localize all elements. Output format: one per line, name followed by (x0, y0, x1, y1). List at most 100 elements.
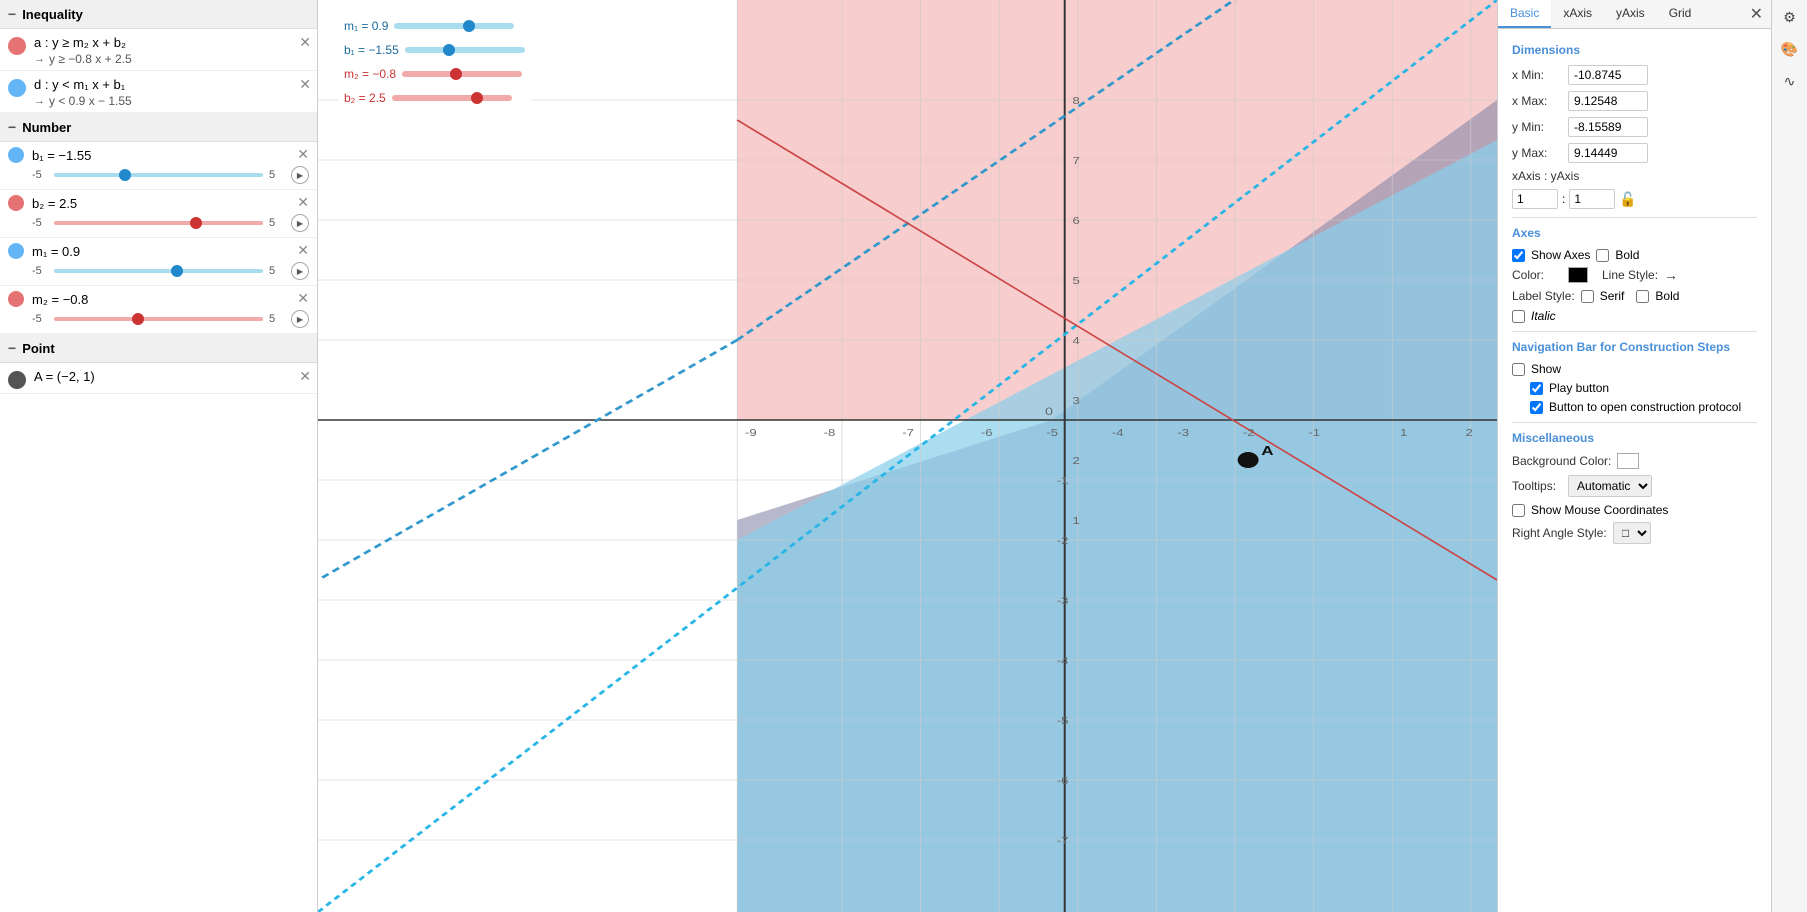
number-collapse-btn[interactable]: − (8, 119, 16, 135)
tab-yaxis[interactable]: yAxis (1604, 0, 1657, 28)
bg-color-swatch[interactable] (1617, 453, 1639, 469)
m2-float-row: m₂ = −0.8 (338, 64, 531, 84)
m1-label: m₁ = 0.9 (32, 244, 80, 259)
svg-text:-1: -1 (1308, 427, 1320, 438)
b2-play-btn[interactable]: ▶ (291, 214, 309, 232)
svg-text:-4: -4 (1057, 655, 1069, 666)
tab-xaxis[interactable]: xAxis (1551, 0, 1604, 28)
m2-slider[interactable] (54, 317, 263, 321)
m1-close-btn[interactable]: ✕ (297, 243, 309, 257)
number-item-b1: b₁ = −1.55 ✕ -5 5 ▶ (0, 142, 317, 190)
ymin-input[interactable] (1568, 117, 1648, 137)
mouse-coord-label: Show Mouse Coordinates (1531, 503, 1668, 517)
svg-text:-5: -5 (1046, 427, 1058, 438)
m1-float-track[interactable] (394, 23, 514, 29)
nav-show-row: Show (1512, 362, 1757, 376)
svg-text:-6: -6 (1057, 775, 1069, 786)
inequality-item-a: a : y ≥ m₂ x + b₂ → y ≥ −0.8 x + 2.5 ✕ (0, 29, 317, 71)
line-style-arrow: → (1664, 267, 1678, 283)
b1-color-dot (8, 147, 24, 163)
italic-label: Italic (1531, 309, 1556, 323)
number-section-title: Number (22, 120, 71, 135)
b1-float-thumb (443, 44, 455, 56)
b2-close-btn[interactable]: ✕ (297, 195, 309, 209)
b2-float-track[interactable] (392, 95, 512, 101)
palette-icon[interactable]: 🎨 (1777, 36, 1803, 62)
point-collapse-btn[interactable]: − (8, 340, 16, 356)
axes-title: Axes (1512, 226, 1757, 240)
svg-text:5: 5 (1073, 275, 1080, 286)
label-serif-checkbox[interactable] (1581, 290, 1594, 303)
xmax-row: x Max: (1512, 91, 1757, 111)
m2-close-btn[interactable]: ✕ (297, 291, 309, 305)
graph-canvas-area[interactable]: 0 -9 -8 -7 -6 -5 -4 -3 -2 -1 1 2 8 7 6 5… (318, 0, 1497, 912)
inequality-a-close-btn[interactable]: ✕ (299, 35, 311, 49)
label-bold-checkbox[interactable] (1636, 290, 1649, 303)
ymax-label: y Max: (1512, 146, 1562, 160)
inequality-collapse-btn[interactable]: − (8, 6, 16, 22)
svg-text:-7: -7 (902, 427, 914, 438)
ratio-x-input[interactable] (1512, 189, 1558, 209)
m2-max-label: 5 (269, 313, 285, 325)
right-toolbar: ⚙ 🎨 ∿ (1771, 0, 1807, 912)
inequality-d-arrow: → (34, 95, 45, 107)
right-angle-label: Right Angle Style: (1512, 526, 1607, 540)
m2-play-btn[interactable]: ▶ (291, 310, 309, 328)
divider-1 (1512, 217, 1757, 218)
tab-grid[interactable]: Grid (1657, 0, 1704, 28)
b1-close-btn[interactable]: ✕ (297, 147, 309, 161)
tab-basic[interactable]: Basic (1498, 0, 1551, 28)
m2-min-label: -5 (32, 313, 48, 325)
settings-close-btn[interactable]: ✕ (1742, 0, 1771, 28)
ratio-y-input[interactable] (1569, 189, 1615, 209)
show-axes-checkbox[interactable] (1512, 249, 1525, 262)
right-panel-content: Dimensions x Min: x Max: y Min: y Max: x… (1498, 29, 1771, 912)
b1-label: b₁ = −1.55 (32, 148, 91, 163)
lock-icon[interactable]: 🔓 (1619, 191, 1636, 208)
sliders-floating-panel: m₁ = 0.9 b₁ = −1.55 m₂ = −0.8 b₂ = 2.5 (338, 16, 531, 108)
tooltips-select[interactable]: Automatic (1568, 475, 1652, 497)
m1-slider[interactable] (54, 269, 263, 273)
b2-min-label: -5 (32, 217, 48, 229)
axes-color-swatch[interactable] (1568, 267, 1588, 283)
label-style-label: Label Style: (1512, 289, 1575, 303)
ymin-label: y Min: (1512, 120, 1562, 134)
right-angle-select[interactable]: □ (1613, 522, 1651, 544)
b2-slider[interactable] (54, 221, 263, 225)
italic-checkbox[interactable] (1512, 310, 1525, 323)
inequality-d-close-btn[interactable]: ✕ (299, 77, 311, 91)
label-style-row: Label Style: Serif Bold (1512, 289, 1757, 303)
bg-color-label: Background Color: (1512, 454, 1611, 468)
nav-protocol-checkbox[interactable] (1530, 401, 1543, 414)
mouse-coord-checkbox[interactable] (1512, 504, 1525, 517)
function-icon[interactable]: ∿ (1777, 68, 1803, 94)
svg-text:-7: -7 (1057, 835, 1069, 846)
nav-show-checkbox[interactable] (1512, 363, 1525, 376)
xmin-input[interactable] (1568, 65, 1648, 85)
point-A-close-btn[interactable]: ✕ (299, 369, 311, 383)
svg-text:-6: -6 (981, 427, 993, 438)
m2-float-track[interactable] (402, 71, 522, 77)
divider-2 (1512, 331, 1757, 332)
nav-play-checkbox[interactable] (1530, 382, 1543, 395)
svg-text:4: 4 (1073, 335, 1081, 346)
inequality-d-label: d : y < m₁ x + b₁ (34, 77, 309, 92)
b1-slider[interactable] (54, 173, 263, 177)
m1-play-btn[interactable]: ▶ (291, 262, 309, 280)
point-A-label: A = (−2, 1) (34, 369, 309, 384)
svg-text:2: 2 (1073, 455, 1080, 466)
label-bold-label: Bold (1655, 289, 1679, 303)
b1-min-label: -5 (32, 169, 48, 181)
gear-icon[interactable]: ⚙ (1777, 4, 1803, 30)
point-section-title: Point (22, 341, 55, 356)
point-A-dot[interactable] (1238, 452, 1259, 468)
axes-bold-checkbox[interactable] (1596, 249, 1609, 262)
xmax-input[interactable] (1568, 91, 1648, 111)
b1-float-track[interactable] (405, 47, 525, 53)
number-item-m2: m₂ = −0.8 ✕ -5 5 ▶ (0, 286, 317, 334)
inequality-section-title: Inequality (22, 7, 83, 22)
ymax-input[interactable] (1568, 143, 1648, 163)
point-section-header: − Point (0, 334, 317, 363)
b1-play-btn[interactable]: ▶ (291, 166, 309, 184)
line-style-label: Line Style: (1602, 268, 1658, 282)
